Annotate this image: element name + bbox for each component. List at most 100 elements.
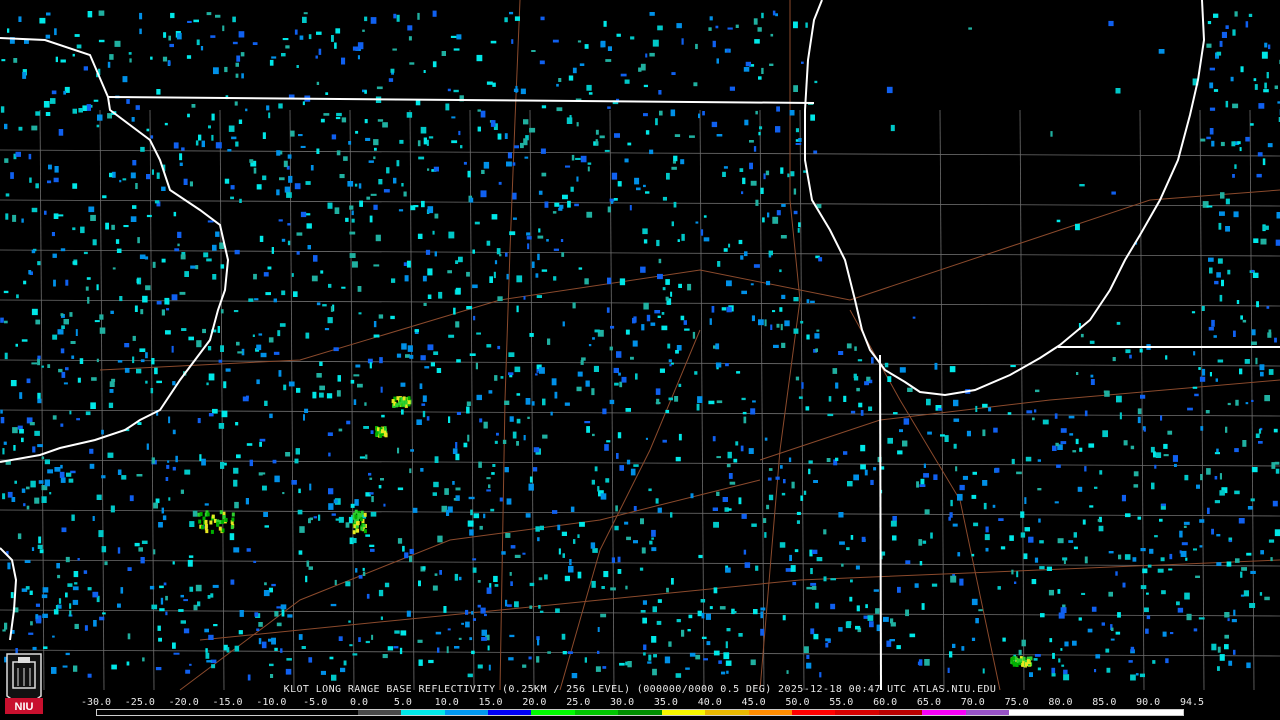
echo-pixel — [616, 33, 621, 37]
echo-pixel — [633, 506, 637, 511]
echo-pixel — [91, 377, 97, 381]
echo-pixel — [409, 354, 414, 359]
echo-pixel — [788, 457, 792, 463]
echo-pixel — [1183, 525, 1187, 528]
echo-pixel — [1132, 557, 1137, 562]
echo-pixel — [434, 251, 437, 257]
echo-pixel — [1200, 426, 1204, 431]
echo-pixel — [128, 52, 132, 55]
echo-pixel — [590, 542, 596, 549]
echo-pixel — [235, 141, 239, 147]
il-in-border — [879, 354, 882, 691]
echo-pixel — [572, 67, 577, 74]
echo-pixel — [892, 516, 897, 522]
echo-pixel — [1000, 546, 1006, 550]
echo-pixel — [282, 38, 289, 41]
echo-pixel — [609, 399, 615, 405]
echo-pixel — [316, 373, 322, 378]
echo-pixel-strong — [363, 529, 367, 534]
echo-pixel — [1219, 40, 1223, 47]
echo-pixel — [760, 607, 766, 611]
echo-pixel — [1248, 13, 1253, 17]
echo-pixel — [689, 135, 695, 138]
scale-label: 15.0 — [478, 697, 503, 708]
echo-pixel-strong — [209, 520, 213, 525]
echo-pixel — [37, 355, 41, 360]
echo-pixel — [565, 165, 571, 168]
echo-pixel — [21, 488, 26, 493]
echo-pixel — [153, 502, 158, 509]
echo-pixel — [712, 436, 716, 442]
echo-pixel — [790, 171, 795, 177]
echo-pixel — [179, 291, 186, 295]
echo-pixel — [537, 537, 540, 542]
echo-pixel — [504, 133, 508, 139]
echo-pixel — [770, 324, 773, 330]
echo-pixel — [287, 154, 292, 159]
echo-pixel — [354, 499, 359, 506]
echo-pixel — [1069, 433, 1074, 436]
echo-pixel — [522, 552, 526, 555]
echo-pixel — [296, 251, 300, 255]
echo-pixel — [1267, 332, 1272, 338]
echo-pixel — [330, 306, 333, 312]
echo-pixel-strong — [352, 530, 356, 535]
echo-pixel — [552, 39, 559, 43]
echo-pixel — [161, 507, 164, 514]
echo-pixel — [652, 668, 657, 676]
echo-pixel — [949, 366, 956, 373]
echo-pixel — [384, 582, 390, 588]
echo-pixel — [603, 20, 607, 27]
echo-pixel — [1137, 416, 1141, 424]
echo-pixel — [23, 280, 27, 285]
echo-pixel — [641, 547, 646, 554]
echo-pixel — [387, 646, 394, 651]
echo-pixel — [1249, 603, 1256, 608]
echo-pixel — [455, 487, 461, 491]
echo-pixel — [562, 651, 567, 655]
echo-pixel — [253, 167, 257, 174]
echo-pixel — [262, 485, 267, 491]
echo-pixel — [639, 567, 644, 571]
echo-pixel — [881, 551, 886, 556]
echo-pixel — [4, 320, 8, 324]
echo-pixel — [362, 571, 366, 576]
echo-pixel — [271, 247, 274, 254]
echo-pixel — [1240, 315, 1243, 320]
echo-pixel — [1099, 470, 1103, 475]
echo-pixel — [54, 28, 57, 36]
echo-pixel — [1245, 136, 1250, 142]
echo-pixel — [711, 121, 718, 128]
echo-pixel — [1115, 571, 1118, 576]
echo-pixel — [1245, 21, 1249, 28]
echo-pixel — [1242, 440, 1247, 447]
echo-pixel — [611, 557, 615, 563]
echo-pixel — [316, 302, 321, 306]
echo-pixel — [923, 463, 926, 468]
echo-pixel — [923, 473, 929, 478]
echo-pixel — [35, 618, 42, 624]
echo-pixel — [854, 346, 857, 351]
echo-pixel — [142, 295, 148, 303]
echo-pixel — [592, 548, 598, 553]
echo-pixel — [28, 153, 32, 160]
echo-pixel — [818, 257, 823, 262]
echo-pixel — [169, 43, 174, 48]
echo-pixel — [208, 125, 211, 129]
echo-pixel — [764, 319, 767, 327]
echo-pixel — [588, 344, 592, 347]
echo-pixel — [759, 126, 763, 130]
echo-pixel — [538, 228, 541, 233]
echo-pixel — [997, 586, 1001, 590]
echo-pixel — [486, 81, 493, 85]
echo-pixel — [92, 516, 95, 521]
scale-label: -15.0 — [212, 697, 243, 708]
echo-pixel — [82, 105, 87, 111]
echo-pixel — [150, 388, 154, 394]
echo-pixel — [170, 12, 175, 19]
echo-pixel — [634, 177, 640, 185]
echo-pixel — [458, 130, 461, 136]
echo-pixel — [60, 348, 65, 354]
echo-pixel — [212, 408, 218, 414]
echo-pixel — [134, 542, 140, 547]
